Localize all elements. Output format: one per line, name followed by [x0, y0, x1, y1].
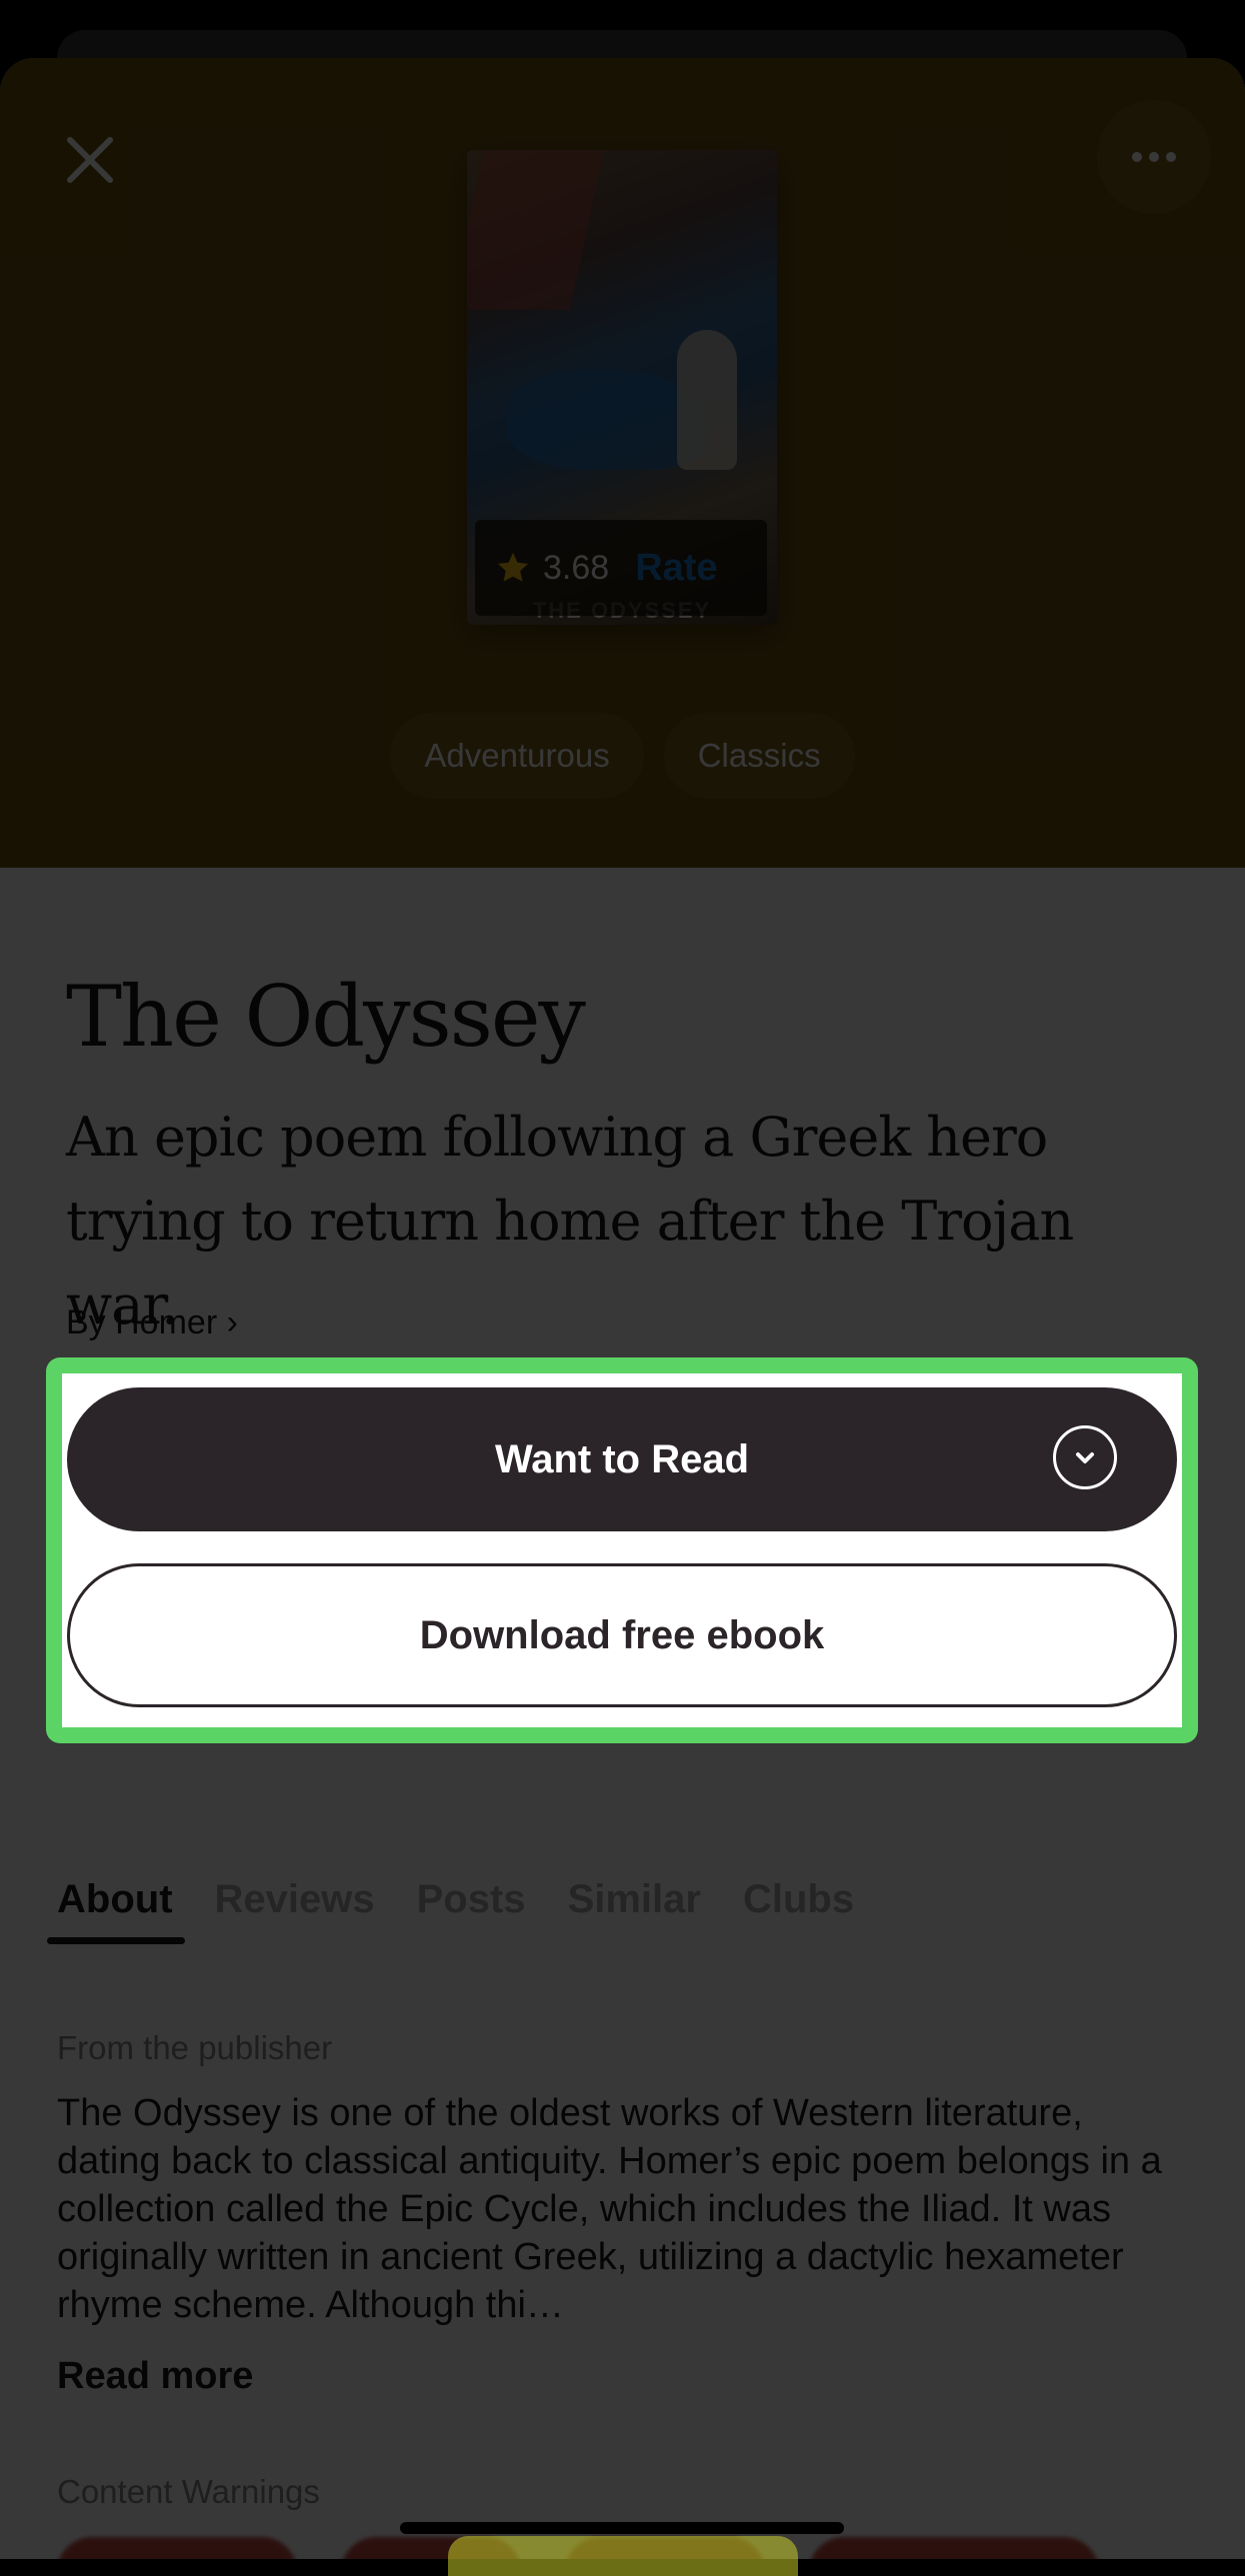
rating-bar[interactable]: 3.68 Rate: [475, 520, 767, 616]
content-warning-chip[interactable]: [809, 2537, 1099, 2559]
read-more-link[interactable]: Read more: [57, 2355, 253, 2398]
book-title: The Odyssey: [66, 968, 586, 1066]
book-detail-sheet: THE ODYSSEY 3.68 Rate Adventurous Classi…: [0, 58, 1245, 2559]
publisher-label: From the publisher: [57, 2029, 333, 2066]
download-ebook-button[interactable]: Download free ebook: [67, 1563, 1177, 1707]
close-icon: [67, 137, 113, 183]
star-icon: [498, 553, 528, 582]
want-to-read-button[interactable]: Want to Read: [67, 1387, 1177, 1531]
genre-chip-classics[interactable]: Classics: [663, 713, 855, 799]
home-indicator: [400, 2522, 844, 2534]
tab-about[interactable]: About: [47, 1877, 184, 1944]
rate-button[interactable]: Rate: [635, 547, 717, 590]
more-options-button[interactable]: [1097, 100, 1211, 214]
content-warnings-label: Content Warnings: [57, 2473, 320, 2510]
book-tabs: About Reviews Posts Similar Clubs: [47, 1877, 854, 1944]
genre-chip-adventurous[interactable]: Adventurous: [390, 713, 644, 799]
genre-chips: Adventurous Classics: [0, 713, 1245, 799]
tab-similar[interactable]: Similar: [568, 1877, 701, 1944]
download-ebook-label: Download free ebook: [419, 1612, 825, 1657]
close-button[interactable]: [62, 132, 118, 188]
average-rating: 3.68: [543, 548, 610, 587]
shelf-dropdown-button[interactable]: [1053, 1425, 1117, 1489]
cover-art: [467, 150, 605, 310]
publisher-description: The Odyssey is one of the oldest works o…: [57, 2092, 1162, 2326]
hero-header: THE ODYSSEY 3.68 Rate Adventurous Classi…: [0, 58, 1245, 868]
chevron-down-icon: [1076, 1452, 1094, 1463]
author-link[interactable]: By Homer ›: [66, 1303, 238, 1342]
tab-reviews[interactable]: Reviews: [215, 1877, 375, 1944]
want-to-read-label: Want to Read: [494, 1436, 750, 1481]
content-warning-chip[interactable]: [57, 2537, 297, 2559]
tab-posts[interactable]: Posts: [417, 1877, 526, 1944]
tab-clubs[interactable]: Clubs: [743, 1877, 854, 1944]
bottom-action-peek: [448, 2536, 798, 2576]
more-horizontal-icon: [1132, 152, 1176, 162]
